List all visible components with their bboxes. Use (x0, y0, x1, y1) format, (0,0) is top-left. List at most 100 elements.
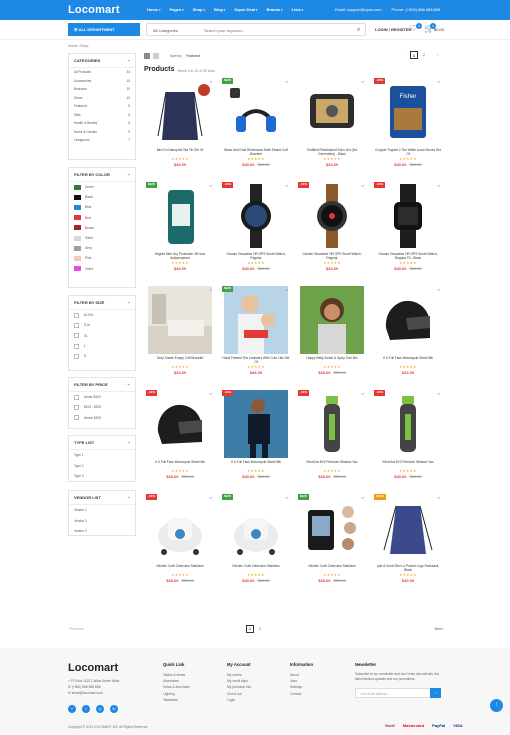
product-image[interactable] (300, 494, 364, 562)
product-name[interactable]: Garmin Vivoactive HR GPS Smart Watch, Re… (222, 252, 290, 260)
zoom-icon[interactable]: ⌕ (210, 183, 212, 188)
list-view-icon[interactable] (153, 53, 159, 59)
newsletter-submit-button[interactable]: › (430, 688, 441, 698)
price-item[interactable]: Above $200 (69, 413, 135, 423)
product-name[interactable]: Kitchen Craft Clearview Stainless (222, 564, 290, 568)
product-image[interactable]: Fisher (376, 78, 440, 146)
product-image[interactable] (224, 390, 288, 458)
category-item[interactable]: Featured 5 (69, 102, 135, 111)
product-name[interactable]: K 6 Full Face Motorcycle Street Bik (146, 460, 214, 464)
zoom-icon[interactable]: ⌕ (286, 495, 288, 500)
product-name[interactable]: Happy Belly Sweet & Spicy Trail Mix (298, 356, 366, 360)
size-item[interactable]: M-XXL (69, 310, 135, 320)
product-card[interactable]: -10% ⌕ K 6 Full Face Motorcycle Street Bik… (146, 390, 214, 490)
product-card[interactable]: ⌕ Bird On Nanoprint Tea Tin Set Of ★★★★★ $4… (146, 78, 214, 178)
page-2-button[interactable]: 2 (420, 51, 428, 59)
zoom-icon[interactable]: ⌕ (438, 495, 440, 500)
product-image[interactable] (224, 494, 288, 562)
color-item[interactable]: Blue (69, 202, 135, 212)
zoom-icon[interactable]: ⌕ (438, 183, 440, 188)
type-item[interactable]: Type 3 (69, 471, 135, 482)
color-item[interactable]: Silver (69, 233, 135, 243)
sort-select[interactable]: Featured (186, 54, 200, 58)
all-department-button[interactable]: ☰ ALL DEPARTMENT (68, 23, 140, 36)
product-image[interactable] (376, 182, 440, 250)
product-image[interactable] (224, 78, 288, 146)
product-image[interactable] (148, 494, 212, 562)
checkbox-icon[interactable] (74, 415, 79, 421)
product-name[interactable]: Kitchen Craft Clearview Stainless (298, 564, 366, 568)
product-name[interactable]: Bird On Nanoprint Tea Tin Set Of (146, 148, 214, 152)
product-name[interactable]: Black And Gold Rhinestone Multi Strand C… (222, 148, 290, 156)
color-item[interactable]: Green (69, 182, 135, 192)
product-card[interactable]: NEW ⌕ Kitchen Craft Clearview Stainless ★★★… (222, 494, 290, 594)
nav-brands[interactable]: Brands (266, 7, 282, 12)
zoom-icon[interactable]: ⌕ (286, 391, 288, 396)
footer-logo[interactable]: Locomart (68, 662, 118, 674)
product-name[interactable]: KitchGar 8V2 Premium Window Vac (374, 460, 442, 464)
zoom-icon[interactable]: ⌕ (210, 495, 212, 500)
product-name[interactable]: Cropper Topped 2 Tier White Lunch Boxes … (374, 148, 442, 156)
instagram-icon[interactable]: ◎ (96, 705, 104, 713)
color-item[interactable]: Violet (69, 264, 135, 274)
checkbox-icon[interactable] (74, 312, 79, 318)
zoom-icon[interactable]: ⌕ (362, 495, 364, 500)
product-card[interactable]: -10% ⌕ Garmin Vivoactive HR GPS Smart Watc… (374, 182, 442, 282)
category-item[interactable]: Bedroom 10 (69, 85, 135, 94)
next-page-link[interactable]: Next › (435, 627, 444, 631)
checkbox-icon[interactable] (74, 394, 79, 400)
product-name[interactable]: Garmin Vivoactive HR GPS Smart Watch, Re… (298, 252, 366, 260)
product-name[interactable]: K 6 Full Face Motorcycle Street Bik (222, 460, 290, 464)
product-card[interactable]: ⌕ Grey Suede Empty Cuff Bracelet ★★★★★ $43.… (146, 286, 214, 386)
category-item[interactable]: Health & Beauty 8 (69, 119, 135, 128)
zoom-icon[interactable]: ⌕ (210, 391, 212, 396)
grid-view-icon[interactable] (144, 53, 150, 59)
zoom-icon[interactable]: ⌕ (362, 183, 364, 188)
size-item[interactable]: L (69, 341, 135, 351)
product-card[interactable]: NEW ⌕ Black And Gold Rhinestone Multi Stra… (222, 78, 290, 178)
product-name[interactable]: Degree Men Dry Protection 48 Hour Antipe… (146, 252, 214, 260)
vendor-item[interactable]: Vendor 2 (69, 516, 135, 527)
zoom-icon[interactable]: ⌕ (438, 287, 440, 292)
nav-lists[interactable]: Lists (292, 7, 304, 12)
product-card[interactable]: NEW ⌕ Kitchen Craft Clearview Stainless ★★★… (298, 494, 366, 594)
footer-link[interactable]: Sofas & armchairs (163, 684, 190, 690)
product-name[interactable]: Hand Painted Tea Canisters With Cute Lid… (222, 356, 290, 364)
product-card[interactable]: -10% ⌕ KitchGar 8V2 Premium Window Vac ★★★★… (298, 390, 366, 490)
category-item[interactable]: Accessories 15 (69, 77, 135, 86)
category-item[interactable]: All Products 34 (69, 68, 135, 77)
vendor-item[interactable]: Vendor 3 (69, 526, 135, 537)
product-card[interactable]: NEW ⌕ Hand Painted Tea Canisters With Cute… (222, 286, 290, 386)
footer-link[interactable]: Tableware (163, 697, 190, 703)
vendor-item[interactable]: Vendor 1 (69, 505, 135, 516)
type-item[interactable]: Type 1 (69, 450, 135, 461)
zoom-icon[interactable]: ⌕ (362, 391, 364, 396)
prev-page-link[interactable]: ‹ Previous (68, 627, 84, 631)
minus-icon[interactable]: − (128, 172, 130, 177)
site-logo[interactable]: Locomart (68, 4, 120, 16)
zoom-icon[interactable]: ⌕ (438, 79, 440, 84)
product-name[interactable]: K 6 Full Face Motorcycle Street Bik (374, 356, 442, 360)
checkbox-icon[interactable] (74, 322, 79, 328)
product-card[interactable]: ⌕ K 6 Full Face Motorcycle Street Bik ★★★★… (374, 286, 442, 386)
product-image[interactable] (148, 286, 212, 354)
product-image[interactable] (376, 494, 440, 562)
product-card[interactable]: -10% ⌕ K 6 Full Face Motorcycle Street Bik… (222, 390, 290, 490)
zoom-icon[interactable]: ⌕ (286, 79, 288, 84)
color-item[interactable]: Red (69, 213, 135, 223)
minus-icon[interactable]: − (128, 58, 130, 63)
facebook-icon[interactable]: f (68, 705, 76, 713)
product-name[interactable]: Garmin Vivoactive HR GPS Smart Watch, Re… (374, 252, 442, 260)
product-image[interactable] (148, 390, 212, 458)
footer-link[interactable]: Contact (290, 691, 313, 697)
page-1-button[interactable]: 1 (410, 51, 418, 59)
category-item[interactable]: Gifts 6 (69, 111, 135, 120)
checkbox-icon[interactable] (74, 333, 79, 339)
footer-link[interactable]: My personal info (227, 684, 251, 690)
zoom-icon[interactable]: ⌕ (438, 391, 440, 396)
product-image[interactable] (300, 390, 364, 458)
header-email[interactable]: Email: support@vpss.com (335, 7, 382, 12)
price-item[interactable]: $100 - $200 (69, 402, 135, 412)
product-card[interactable]: NEW ⌕ Degree Men Dry Protection 48 Hour An… (146, 182, 214, 282)
search-input[interactable] (204, 27, 344, 34)
